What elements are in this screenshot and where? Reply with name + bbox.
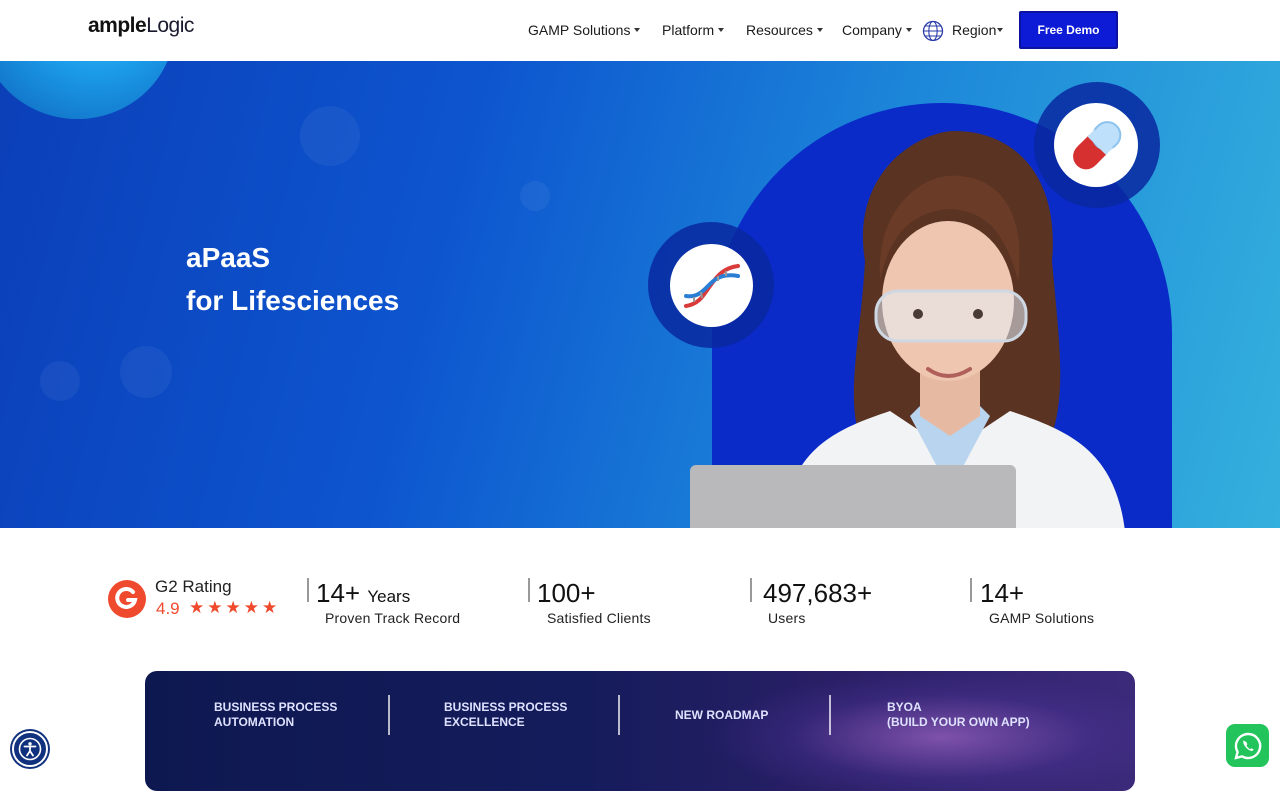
decorative-bubble (120, 346, 172, 398)
accessibility-icon (18, 737, 42, 761)
tab-label-line: NEW ROADMAP (675, 708, 769, 722)
site-header: ampleLogic GAMP Solutions Platform Resou… (0, 0, 1280, 61)
g2-rating-score: 4.9 (156, 599, 180, 618)
tab-label-line: BYOA (887, 700, 922, 714)
decorative-bubble (40, 361, 80, 401)
hero-title-line: for Lifesciences (186, 285, 400, 316)
stat-users-label: Users (768, 610, 806, 626)
stat-number: 14+ (316, 578, 361, 608)
stat-years-value: 14+ Years (316, 578, 410, 609)
nav-resources[interactable]: Resources (746, 20, 823, 40)
feature-tabs-banner: BUSINESS PROCESS AUTOMATION BUSINESS PRO… (145, 671, 1135, 791)
g2-icon (109, 581, 145, 617)
nav-label: Resources (746, 22, 813, 38)
logo-text-logic: Logic (146, 14, 194, 37)
g2-rating-label: G2 Rating (155, 577, 232, 596)
laptop (690, 465, 1016, 528)
chevron-down-icon (634, 28, 641, 32)
stat-users-value: 497,683+ (763, 578, 873, 608)
tab-label-line: BUSINESS PROCESS (444, 700, 568, 714)
tab-label-line: (BUILD YOUR OWN APP) (887, 715, 1030, 729)
decorative-circle (0, 61, 175, 119)
stat-years-label: Proven Track Record (325, 610, 461, 626)
banner-glow (705, 671, 1135, 791)
stat-clients-value: 100+ (537, 578, 596, 608)
chevron-down-icon (816, 28, 823, 32)
free-demo-button[interactable]: Free Demo (1019, 11, 1118, 49)
accessibility-button[interactable] (12, 731, 48, 767)
chevron-down-icon (997, 28, 1004, 32)
hero-banner: aPaaS for Lifesciences (0, 61, 1280, 528)
stat-divider (528, 578, 530, 602)
stat-gamp-label: GAMP Solutions (989, 610, 1095, 626)
star-rating-icon: ★★★★★ (189, 598, 281, 617)
tab-new-roadmap[interactable]: NEW ROADMAP (675, 708, 768, 723)
amplelogic-logo[interactable]: ampleLogic (88, 14, 194, 38)
tab-business-process-automation[interactable]: BUSINESS PROCESS AUTOMATION (214, 700, 337, 730)
decorative-bubble (300, 106, 360, 166)
capsule-icon (1073, 121, 1122, 170)
nav-company[interactable]: Company (842, 20, 912, 40)
hero-title-line: aPaaS (186, 242, 271, 273)
stat-suffix: Years (367, 587, 411, 606)
nav-label: Platform (662, 22, 715, 38)
hero-title: aPaaS for Lifesciences (186, 236, 399, 322)
globe-icon (922, 20, 944, 42)
tab-divider (388, 695, 390, 735)
stats-bar: G2 Rating 4.9 ★★★★★ 14+ Years Proven Tra… (0, 528, 1280, 668)
stat-divider (970, 578, 972, 602)
chevron-down-icon (905, 28, 912, 32)
capsule-badge (1054, 103, 1138, 187)
nav-label: Company (842, 22, 902, 38)
g2-logo (108, 580, 146, 618)
nav-label: GAMP Solutions (528, 22, 631, 38)
dna-icon (684, 264, 740, 308)
tab-divider (829, 695, 831, 735)
dna-badge (670, 244, 753, 327)
nav-label: Region (952, 22, 997, 38)
stat-divider (750, 578, 752, 602)
tab-byoa[interactable]: BYOA (BUILD YOUR OWN APP) (887, 700, 1030, 730)
tab-label-line: EXCELLENCE (444, 715, 525, 729)
whatsapp-chat-button[interactable] (1226, 724, 1269, 767)
nav-platform[interactable]: Platform (662, 20, 725, 40)
logo-text-ample: ample (88, 14, 147, 37)
nav-gamp-solutions[interactable]: GAMP Solutions (528, 20, 641, 40)
whatsapp-icon (1233, 732, 1261, 760)
decorative-bubble (520, 181, 550, 211)
stat-gamp-value: 14+ (980, 578, 1025, 608)
stat-divider (307, 578, 309, 602)
stat-clients-label: Satisfied Clients (547, 610, 651, 626)
tab-divider (618, 695, 620, 735)
tab-label-line: AUTOMATION (214, 715, 295, 729)
chevron-down-icon (718, 28, 725, 32)
tab-business-process-excellence[interactable]: BUSINESS PROCESS EXCELLENCE (444, 700, 567, 730)
tab-label-line: BUSINESS PROCESS (214, 700, 338, 714)
nav-region[interactable]: Region (952, 20, 1004, 40)
